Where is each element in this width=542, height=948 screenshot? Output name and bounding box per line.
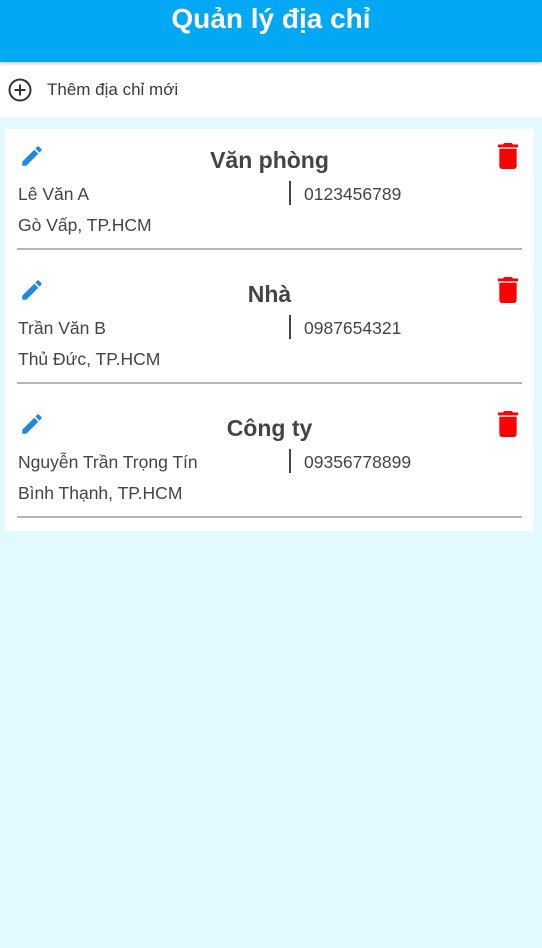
- address-card: Văn phòng Lê Văn A 0123456789 Gò Vấp, TP…: [5, 129, 534, 263]
- phone-number: 0123456789: [304, 184, 402, 204]
- add-address-button[interactable]: Thêm địa chỉ mới: [0, 62, 542, 117]
- plus-circle-icon: [8, 78, 32, 102]
- add-address-label: Thêm địa chỉ mới: [47, 80, 179, 99]
- app-header: Quản lý địa chỉ: [0, 0, 542, 62]
- address-card: Công ty Nguyễn Trần Trọng Tín 0935677889…: [5, 397, 534, 531]
- field-separator: [289, 449, 291, 473]
- recipient-name: Lê Văn A: [18, 184, 90, 204]
- recipient-name: Trần Văn B: [18, 318, 106, 338]
- address-card: Nhà Trần Văn B 0987654321 Thủ Đức, TP.HC…: [5, 263, 534, 397]
- divider: [17, 248, 522, 250]
- address-title: Công ty: [226, 415, 313, 441]
- divider: [17, 382, 522, 384]
- address-text: Bình Thạnh, TP.HCM: [18, 483, 183, 503]
- field-separator: [289, 181, 291, 205]
- trash-icon[interactable]: [497, 411, 519, 437]
- page-title: Quản lý địa chỉ: [171, 3, 371, 34]
- phone-number: 09356778899: [304, 452, 412, 472]
- divider: [17, 516, 522, 518]
- trash-icon[interactable]: [497, 277, 519, 303]
- address-title: Nhà: [247, 281, 292, 307]
- field-separator: [289, 315, 291, 339]
- address-text: Thủ Đức, TP.HCM: [18, 349, 161, 369]
- address-list: Văn phòng Lê Văn A 0123456789 Gò Vấp, TP…: [5, 129, 534, 531]
- address-title: Văn phòng: [210, 147, 329, 173]
- address-text: Gò Vấp, TP.HCM: [18, 215, 152, 235]
- trash-icon[interactable]: [497, 143, 519, 169]
- recipient-name: Nguyễn Trần Trọng Tín: [18, 452, 198, 472]
- phone-number: 0987654321: [304, 318, 402, 338]
